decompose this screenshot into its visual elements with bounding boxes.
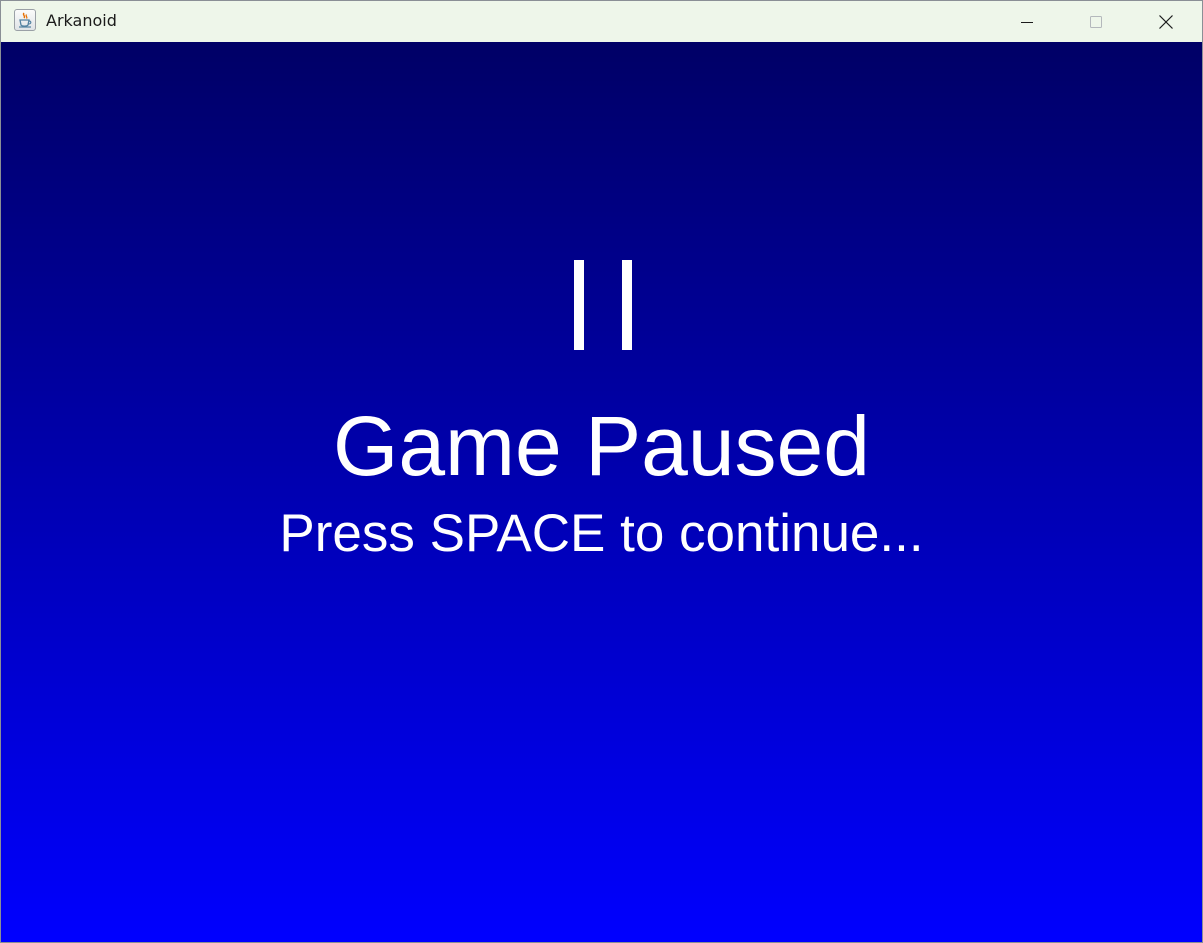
continue-prompt: Press SPACE to continue... xyxy=(279,504,924,563)
app-window: Arkanoid Game Paused Press SPACE to cont… xyxy=(0,0,1203,943)
pause-headline: Game Paused xyxy=(333,399,870,493)
maximize-icon xyxy=(1090,15,1102,28)
pause-bar-left xyxy=(574,260,584,350)
window-title: Arkanoid xyxy=(46,11,117,30)
maximize-button[interactable] xyxy=(1073,1,1119,42)
minimize-button[interactable] xyxy=(1004,1,1050,42)
pause-bar-right xyxy=(622,260,632,350)
java-app-icon[interactable] xyxy=(14,9,36,31)
close-icon xyxy=(1159,14,1173,29)
minimize-icon xyxy=(1021,21,1033,23)
close-button[interactable] xyxy=(1143,1,1189,42)
pause-icon xyxy=(574,260,634,350)
title-bar[interactable]: Arkanoid xyxy=(1,1,1202,42)
game-canvas[interactable]: Game Paused Press SPACE to continue... xyxy=(1,42,1202,942)
